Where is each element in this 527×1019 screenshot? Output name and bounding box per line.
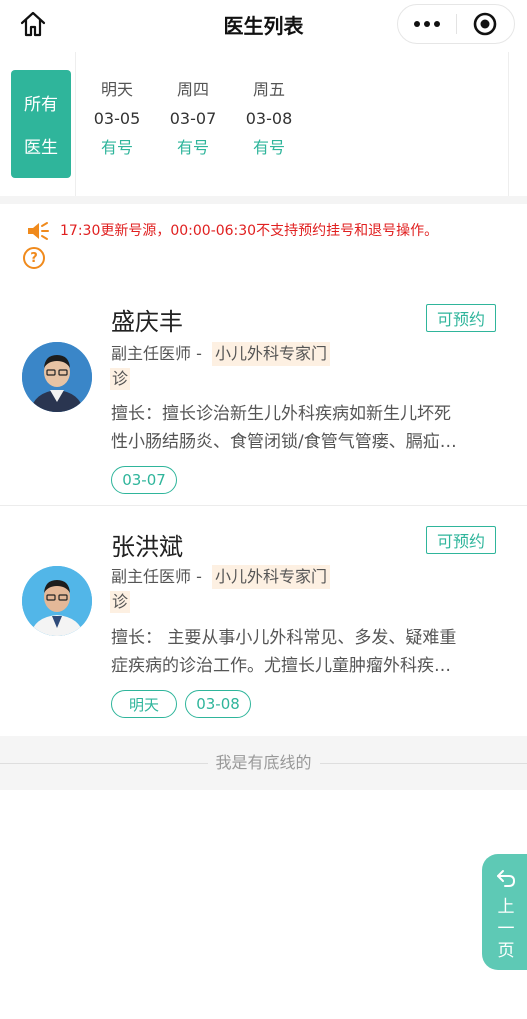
doctor-specialty-line2: 性小肠结肠炎、食管闭锁/食管气管瘘、膈疝… [111, 432, 457, 452]
all-doctors-tab[interactable]: 所有 医生 [11, 70, 71, 178]
schedule-chip[interactable]: 明天 [111, 690, 177, 718]
doctor-department: 小儿外科专家门 [212, 565, 331, 589]
close-mini-program-button[interactable] [457, 5, 514, 43]
doctor-title: 副主任医师 - [111, 344, 202, 363]
date-column-tomorrow[interactable]: 明天 03-05 有号 [87, 80, 147, 158]
schedule-chip[interactable]: 03-07 [111, 466, 177, 494]
doctor-avatar [22, 566, 92, 636]
target-icon [474, 12, 497, 36]
date-weekday: 明天 [100, 80, 133, 99]
prev-page-label: 上一页 [497, 897, 515, 961]
doctor-card[interactable]: 盛庆丰 可预约 副主任医师 - 小儿外科专家门 诊 擅长：擅长诊治新生儿外科疾病… [0, 290, 527, 506]
date-bar-edge [508, 52, 509, 196]
end-of-list-text: 我是有底线的 [207, 752, 320, 774]
doctor-card[interactable]: 张洪斌 可预约 副主任医师 - 小儿外科专家门 诊 擅长： 主要从事小儿外科常见… [0, 506, 527, 736]
doctor-specialty-line1: 擅长：擅长诊治新生儿外科疾病如新生儿坏死 [111, 404, 451, 424]
help-icon[interactable]: ? [23, 247, 45, 269]
mini-program-capsule [397, 4, 515, 44]
date-selector: 所有 医生 明天 03-05 有号 周四 03-07 有号 周五 03-08 有… [0, 52, 527, 196]
date-weekday: 周五 [252, 80, 285, 99]
nav-header: 医生列表 [0, 0, 527, 46]
doctor-name: 盛庆丰 [111, 308, 183, 336]
doctor-name: 张洪斌 [111, 533, 183, 561]
date-value: 03-07 [169, 109, 217, 128]
bookable-badge: 可预约 [426, 304, 496, 332]
notice-bar: 17:30更新号源，00:00-06:30不支持预约挂号和退号操作。 ? [0, 204, 527, 290]
date-status: 有号 [100, 138, 133, 157]
more-dot-icon [424, 21, 430, 27]
all-doctors-label-1: 所有 [24, 95, 58, 115]
notice-text: 17:30更新号源，00:00-06:30不支持预约挂号和退号操作。 [60, 223, 439, 239]
more-dot-icon [414, 21, 420, 27]
date-value: 03-08 [245, 109, 293, 128]
back-arrow-icon [497, 870, 516, 887]
more-button[interactable] [398, 5, 456, 43]
doctor-department: 小儿外科专家门 [212, 342, 331, 366]
date-status: 有号 [252, 138, 285, 157]
date-weekday: 周四 [176, 80, 209, 99]
all-doctors-label-2: 医生 [24, 138, 58, 158]
bookable-badge: 可预约 [426, 526, 496, 554]
doctor-department-cont: 诊 [110, 591, 131, 613]
doctor-department-cont: 诊 [110, 368, 131, 390]
date-divider [75, 52, 76, 196]
schedule-chip[interactable]: 03-08 [185, 690, 251, 718]
date-column-thu[interactable]: 周四 03-07 有号 [163, 80, 223, 158]
doctor-specialty-line2: 症疾病的诊治工作。尤擅长儿童肿瘤外科疾… [111, 656, 451, 676]
speaker-icon [28, 222, 49, 240]
date-column-fri[interactable]: 周五 03-08 有号 [239, 80, 299, 158]
doctor-photo-icon [22, 566, 92, 636]
doctor-title: 副主任医师 - [111, 567, 202, 586]
more-dot-icon [434, 21, 440, 27]
doctor-avatar [22, 342, 92, 412]
doctor-specialty-line1: 擅长： 主要从事小儿外科常见、多发、疑难重 [111, 628, 457, 648]
section-gap [0, 196, 527, 204]
date-status: 有号 [176, 138, 209, 157]
doctor-photo-icon [22, 342, 92, 412]
end-of-list: 我是有底线的 [0, 736, 527, 790]
prev-page-button[interactable]: 上一页 [482, 854, 527, 970]
date-value: 03-05 [93, 109, 141, 128]
